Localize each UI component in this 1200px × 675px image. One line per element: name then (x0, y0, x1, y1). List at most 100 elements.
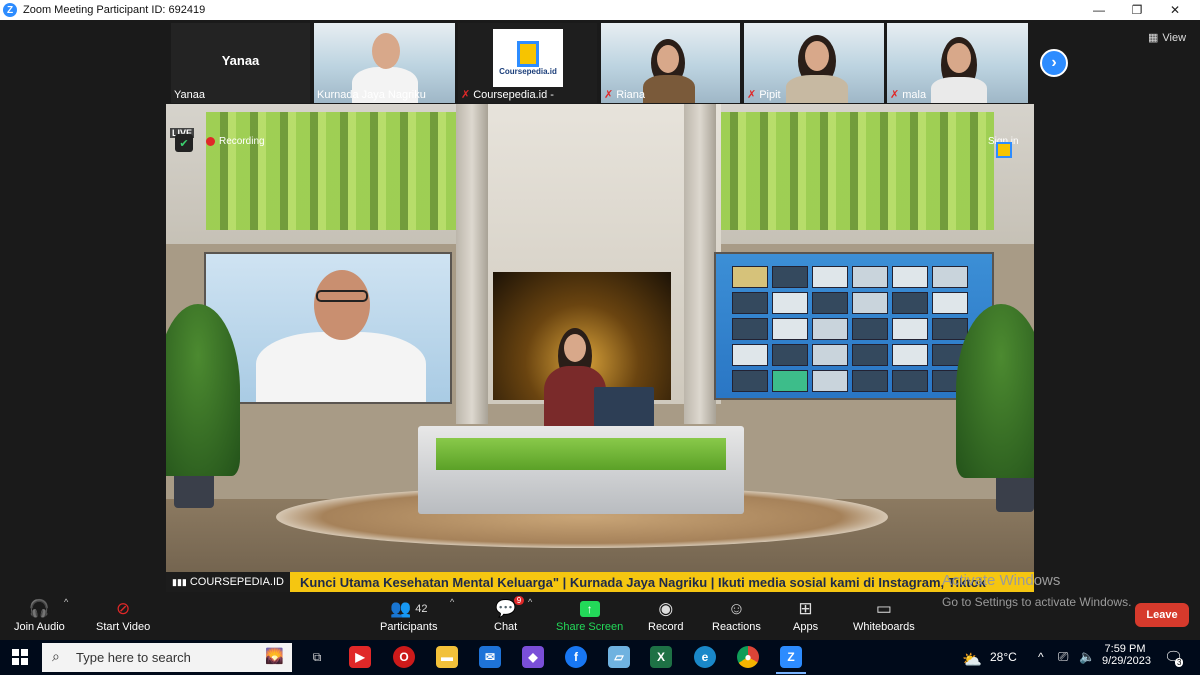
file-explorer-icon[interactable]: ▬ (436, 646, 458, 668)
temperature-label[interactable]: 28°C (990, 650, 1017, 664)
opera-app-icon[interactable]: O (393, 646, 415, 668)
gallery-tile (812, 318, 848, 340)
task-view-icon[interactable]: ⧉ (306, 646, 328, 668)
participant-video-body (931, 77, 987, 103)
leave-button[interactable]: Leave (1135, 603, 1189, 627)
copilot-app-icon[interactable]: ◆ (522, 646, 544, 668)
chat-button[interactable]: 💬 9 Chat (494, 596, 525, 633)
facebook-app-icon[interactable]: f (565, 646, 587, 668)
gallery-tile (812, 370, 848, 392)
gallery-tile (852, 266, 888, 288)
mail-app-icon[interactable]: ✉ (479, 646, 501, 668)
apps-button[interactable]: ⊞ Apps (793, 597, 818, 633)
record-button[interactable]: ◉ Record (648, 597, 683, 633)
security-shield-icon[interactable]: ✔ (175, 134, 193, 152)
whiteboards-label: Whiteboards (853, 621, 915, 633)
studio-desk-panel (436, 438, 726, 470)
gallery-tile (732, 266, 768, 288)
reactions-icon: ☺ (727, 599, 746, 618)
chat-label: Chat (494, 621, 518, 633)
chevron-up-icon: ^ (64, 597, 69, 607)
meeting-area: Yanaa Yanaa Kurnada Jaya Nagriku Coursep… (0, 20, 1200, 595)
presenter-glasses (316, 290, 368, 302)
participant-thumbnail-coursepedia[interactable]: Coursepedia.id ✗ Coursepedia.id - (458, 23, 597, 103)
chrome-browser-icon[interactable]: ● (737, 646, 759, 668)
participants-button[interactable]: 👥 42 Participants (380, 597, 437, 633)
participant-thumbnail-riana[interactable]: ✗ Riana (601, 23, 740, 103)
notes-app-icon[interactable]: ▱ (608, 646, 630, 668)
participant-big-name: Yanaa (221, 53, 260, 68)
restore-button[interactable]: ❐ (1122, 0, 1152, 20)
participant-thumbnail-mala[interactable]: ✗ mala (887, 23, 1028, 103)
search-highlight-icon: 🌄 (265, 648, 284, 665)
gallery-tile (932, 266, 968, 288)
apps-label: Apps (793, 621, 819, 633)
participant-thumbnail-pipit[interactable]: ✗ Pipit (744, 23, 884, 103)
join-audio-options-button[interactable]: ^ (64, 597, 68, 607)
participant-thumbnail-kurnada[interactable]: Kurnada Jaya Nagriku (314, 23, 455, 103)
activate-windows-title: Activate Windows (942, 572, 1061, 589)
record-label: Record (648, 621, 684, 633)
record-icon: ◉ (658, 599, 674, 618)
studio-plant-pot (174, 472, 214, 508)
chat-options-button[interactable]: ^ (528, 597, 532, 607)
video-off-icon: ⊘ (115, 599, 131, 618)
search-icon: ⌕ (52, 648, 60, 664)
gallery-tile (732, 344, 768, 366)
gallery-tile (932, 318, 968, 340)
gallery-tile (892, 370, 928, 392)
camera-in-use-icon[interactable]: ⎚ (1058, 649, 1068, 665)
gallery-tile (732, 370, 768, 392)
coursepedia-logo-icon (517, 40, 539, 67)
participant-thumbnail-yanaa[interactable]: Yanaa Yanaa (171, 23, 310, 103)
join-audio-button[interactable]: 🎧 Join Audio (14, 597, 65, 633)
participants-options-button[interactable]: ^ (450, 597, 454, 607)
tray-overflow-chevron-icon[interactable]: ^ (1038, 650, 1044, 664)
windows-start-icon[interactable] (12, 649, 28, 665)
edge-browser-icon[interactable]: e (694, 646, 716, 668)
youtube-app-icon[interactable]: ▶ (349, 646, 371, 668)
participants-count: 42 (415, 603, 428, 615)
view-button[interactable]: ▦ View (1148, 31, 1187, 45)
whiteboards-button[interactable]: ▭ Whiteboards (853, 597, 915, 633)
gallery-tile (772, 344, 808, 366)
gallery-tile (892, 266, 928, 288)
gallery-tile (732, 292, 768, 314)
chevron-up-icon: ^ (528, 597, 533, 607)
chat-icon: 💬 9 (495, 596, 525, 621)
start-video-button[interactable]: ⊘ Start Video (96, 597, 150, 633)
studio-plant (956, 304, 1034, 478)
reactions-button[interactable]: ☺ Reactions (712, 597, 761, 633)
excel-app-icon[interactable]: X (650, 646, 672, 668)
coursepedia-logo: Coursepedia.id (493, 29, 563, 87)
zoom-app-icon[interactable]: Z (780, 646, 802, 668)
presenter-body (256, 332, 426, 402)
view-label: View (1162, 31, 1187, 44)
title-bar: Z Zoom Meeting Participant ID: 692419 — … (0, 0, 1200, 20)
share-screen-button[interactable]: ↑ Share Screen (556, 597, 623, 633)
recording-dot-icon (206, 137, 215, 146)
weather-icon[interactable]: ⛅ (962, 650, 982, 670)
participant-name-label: ✗ Coursepedia.id - (461, 88, 554, 102)
recording-indicator[interactable]: Recording (206, 136, 265, 147)
chat-unread-badge: 9 (513, 596, 525, 605)
join-audio-label: Join Audio (14, 621, 65, 633)
studio-screen-presenter (204, 252, 452, 404)
participant-video-body (643, 75, 695, 103)
participant-video-face (805, 41, 829, 71)
volume-icon[interactable]: 🔈 (1079, 649, 1095, 665)
participant-name-label: ✗ Pipit (747, 88, 781, 102)
taskbar-search-box[interactable]: ⌕ Type here to search 🌄 (42, 643, 292, 672)
notification-count-badge: 3 (1175, 658, 1184, 667)
gallery-tile (772, 318, 808, 340)
close-button[interactable]: ✕ (1160, 0, 1190, 20)
ticker-tag-label: COURSEPEDIA.ID (189, 576, 284, 588)
notifications-icon[interactable]: 🗨 3 (1164, 648, 1184, 667)
share-screen-icon: ↑ (579, 597, 600, 621)
participant-video-face (657, 45, 679, 73)
recording-label: Recording (219, 136, 265, 147)
minimize-button[interactable]: — (1084, 0, 1114, 20)
clock[interactable]: 7:59 PM 9/29/2023 (1102, 643, 1151, 667)
next-page-arrow-icon[interactable]: › (1040, 49, 1068, 77)
gallery-tile (932, 292, 968, 314)
